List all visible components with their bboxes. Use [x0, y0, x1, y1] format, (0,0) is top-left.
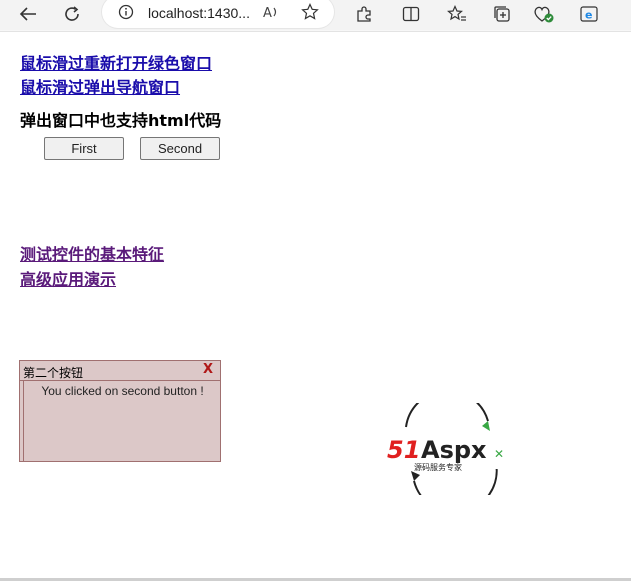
first-button[interactable]: First: [44, 137, 124, 160]
favorite-icon[interactable]: [298, 1, 322, 23]
popup-message: You clicked on second button !: [41, 384, 204, 398]
split-screen-icon[interactable]: [399, 3, 423, 25]
read-aloud-icon[interactable]: A: [260, 1, 284, 23]
info-icon[interactable]: [114, 1, 138, 23]
page-viewport: 鼠标滑过重新打开绿色窗口 鼠标滑过弹出导航窗口 弹出窗口中也支持html代码 F…: [0, 31, 631, 579]
svg-text:A: A: [263, 6, 272, 20]
popup-close-button[interactable]: X: [203, 362, 213, 377]
edge-icon[interactable]: e: [578, 3, 602, 25]
logo-tagline: 源码服务专家: [414, 462, 462, 472]
browser-toolbar: localhost:1430... A e: [0, 0, 631, 30]
refresh-icon[interactable]: [60, 3, 84, 25]
link-basic-features[interactable]: 测试控件的基本特征: [20, 241, 164, 265]
extensions-icon[interactable]: [352, 3, 376, 25]
popup-window: 第二个按钮 X You clicked on second button !: [19, 360, 221, 462]
svg-text:Aspx: Aspx: [421, 436, 487, 464]
second-button[interactable]: Second: [140, 137, 220, 160]
address-bar[interactable]: localhost:1430... A: [102, 0, 334, 28]
collections-icon[interactable]: [490, 3, 514, 25]
svg-text:e: e: [585, 9, 592, 22]
popup-title: 第二个按钮: [23, 366, 84, 380]
favorites-icon[interactable]: [445, 3, 469, 25]
section-heading: 弹出窗口中也支持html代码: [20, 111, 222, 130]
svg-text:51: 51: [387, 436, 420, 464]
back-icon[interactable]: [16, 3, 40, 25]
link-popup-nav-window[interactable]: 鼠标滑过弹出导航窗口: [20, 74, 180, 98]
popup-body: You clicked on second button !: [23, 381, 220, 461]
svg-text:✕: ✕: [494, 447, 504, 461]
browser-essentials-icon[interactable]: [532, 3, 556, 25]
link-reopen-green-window[interactable]: 鼠标滑过重新打开绿色窗口: [20, 50, 212, 74]
link-advanced-demo[interactable]: 高级应用演示: [20, 266, 116, 290]
51aspx-logo: 51 Aspx ✕ 源码服务专家: [387, 403, 504, 495]
popup-header[interactable]: 第二个按钮 X: [20, 361, 220, 381]
url-text[interactable]: localhost:1430...: [148, 5, 250, 21]
